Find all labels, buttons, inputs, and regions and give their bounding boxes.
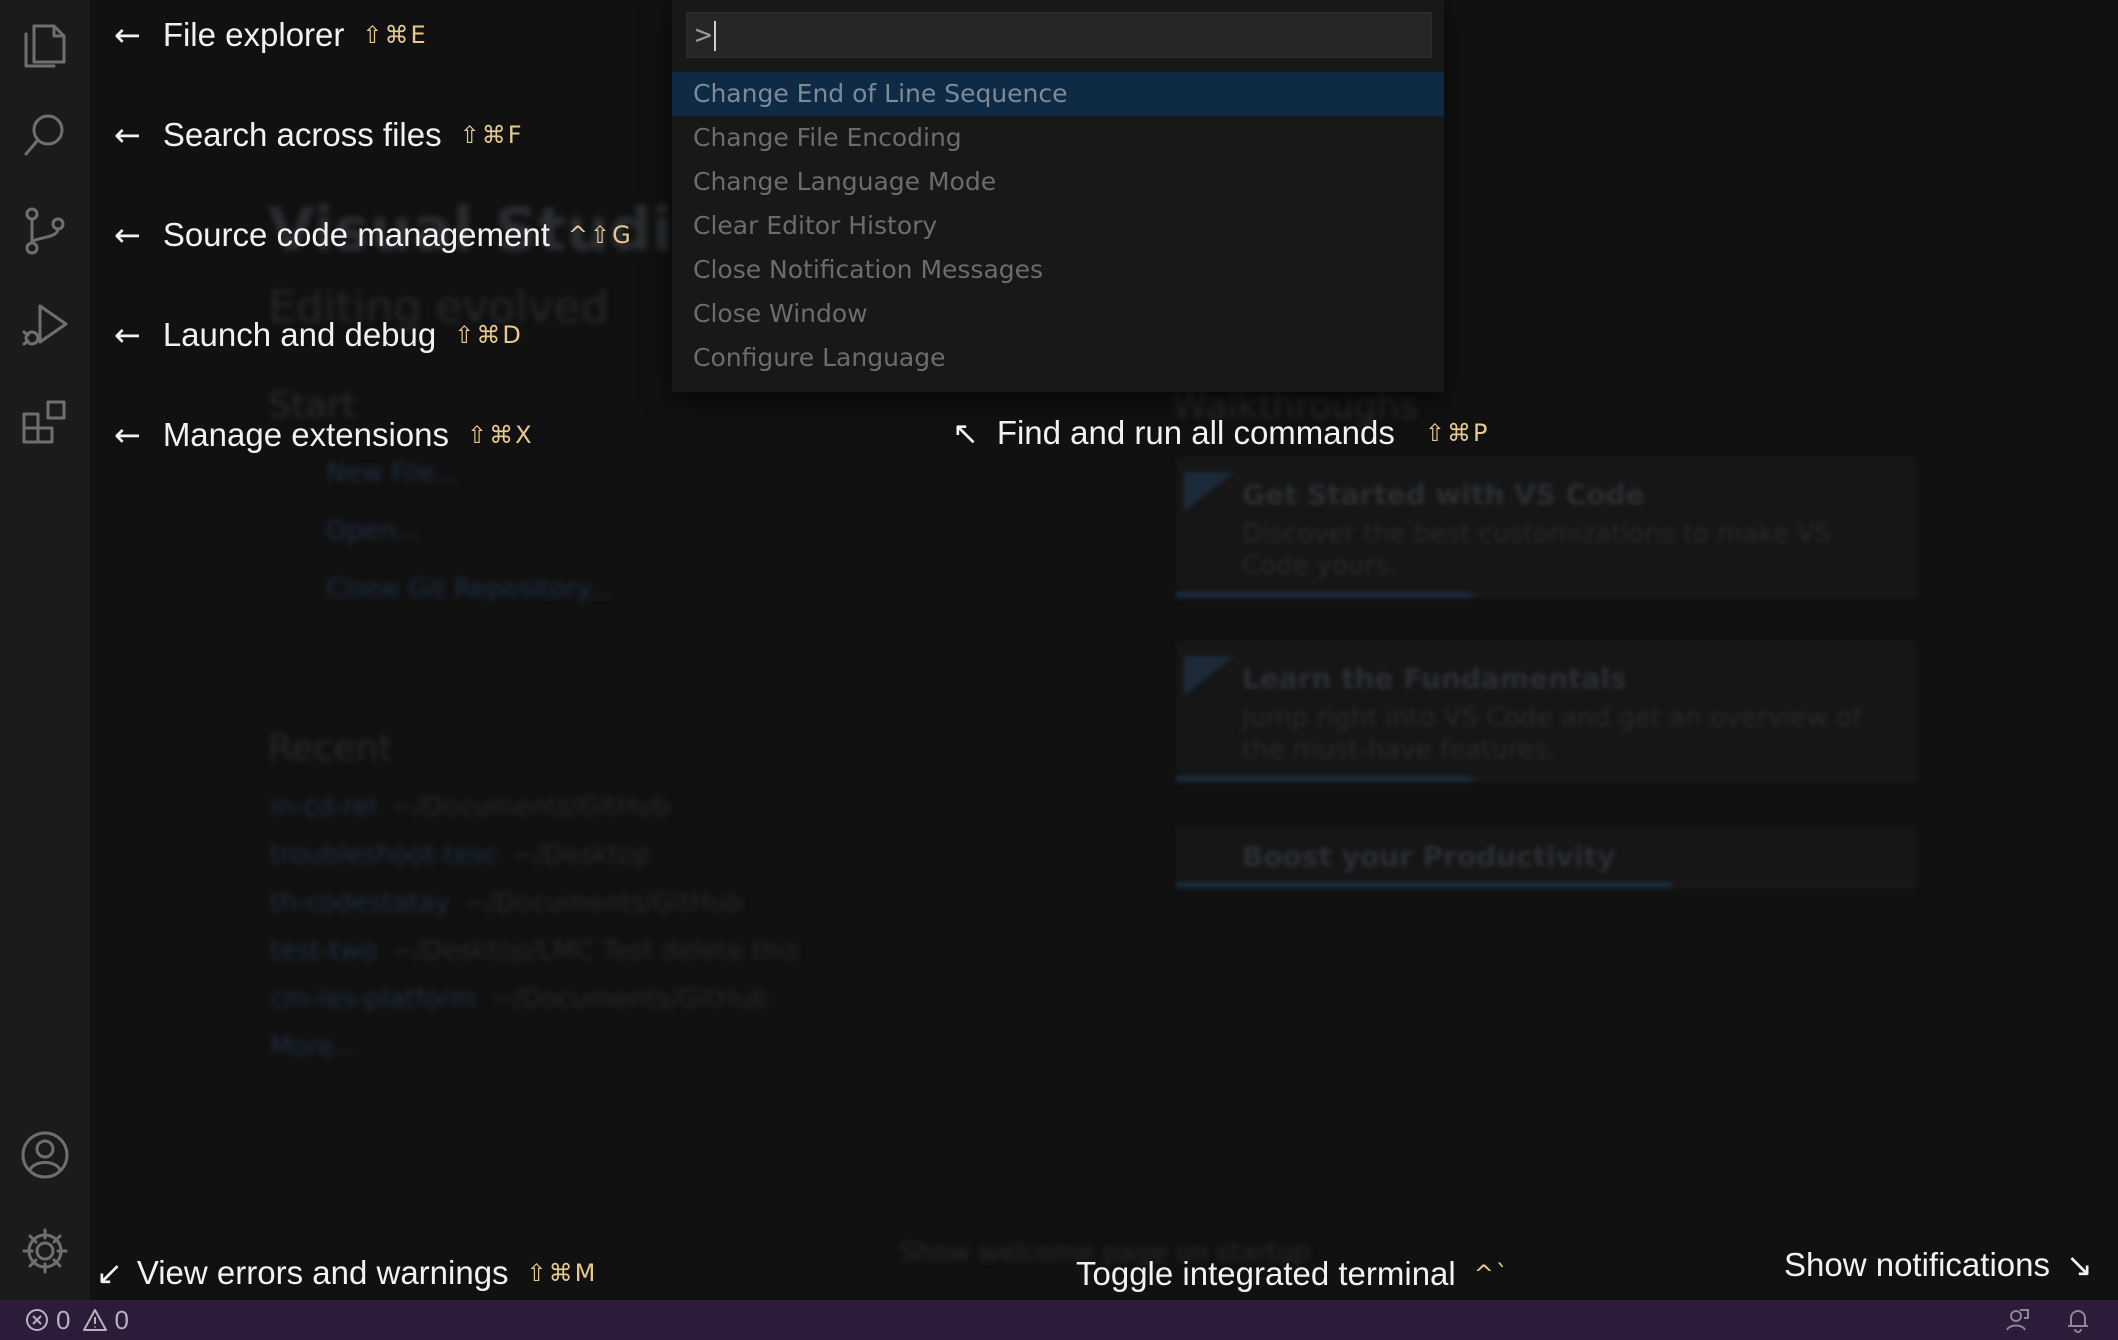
recent-heading: Recent xyxy=(268,728,393,769)
start-link-clone[interactable]: Clone Git Repository... xyxy=(326,574,613,604)
command-list: Change End of Line Sequence Change File … xyxy=(672,72,1444,380)
hint-source-control: ← Source code management ^⇧G xyxy=(114,216,633,254)
left-arrow-icon: ← xyxy=(114,216,141,254)
down-right-arrow-icon: ↘ xyxy=(2065,1246,2093,1284)
accounts-icon[interactable] xyxy=(0,1110,90,1200)
left-arrow-icon: ← xyxy=(114,116,141,154)
shortcut-keys: ⇧⌘F xyxy=(459,121,524,149)
run-debug-icon[interactable] xyxy=(0,280,90,370)
walkthrough-card[interactable]: Learn the Fundamentals Jump right into V… xyxy=(1176,640,1916,782)
down-left-arrow-icon: ↙ xyxy=(96,1254,123,1292)
bell-icon[interactable] xyxy=(2064,1306,2092,1334)
hint-file-explorer: ← File explorer ⇧⌘E xyxy=(114,16,428,54)
command-palette-input[interactable]: > xyxy=(686,12,1432,58)
command-item[interactable]: Configure Language xyxy=(672,336,1444,380)
up-left-arrow-icon: ↖ xyxy=(952,414,979,452)
extensions-icon[interactable] xyxy=(0,378,90,468)
hint-notifications: Show notifications ↘ xyxy=(1784,1246,2093,1284)
error-icon xyxy=(26,1309,48,1331)
walkthrough-card[interactable]: Boost your Productivity xyxy=(1176,826,1916,888)
search-icon[interactable] xyxy=(0,90,90,180)
command-item[interactable]: Change File Encoding xyxy=(672,116,1444,160)
activity-bar xyxy=(0,0,90,1300)
start-link-open[interactable]: Open... xyxy=(326,516,420,546)
command-item[interactable]: Clear Editor History xyxy=(672,204,1444,248)
gear-icon[interactable] xyxy=(0,1206,90,1296)
walkthrough-progress xyxy=(1176,882,1672,888)
warning-count: 0 xyxy=(114,1304,129,1335)
hint-extensions: ← Manage extensions ⇧⌘X xyxy=(114,416,534,454)
command-item[interactable]: Close Window xyxy=(672,292,1444,336)
left-arrow-icon: ← xyxy=(114,416,141,454)
hint-launch-debug: ← Launch and debug ⇧⌘D xyxy=(114,316,523,354)
walkthrough-description: Jump right into VS Code and get an overv… xyxy=(1242,703,1862,765)
command-item[interactable]: Change End of Line Sequence xyxy=(672,72,1444,116)
status-bar: 0 0 xyxy=(0,1300,2118,1340)
walkthrough-progress xyxy=(1176,592,1472,598)
walkthrough-title: Get Started with VS Code xyxy=(1242,478,1645,511)
walkthrough-progress xyxy=(1176,776,1472,782)
text-caret xyxy=(713,21,716,51)
recent-item[interactable]: troubleshoot-tesc ~/Desktop xyxy=(270,840,651,870)
source-control-icon[interactable] xyxy=(0,186,90,276)
walkthrough-icon xyxy=(1184,472,1234,512)
feedback-icon[interactable] xyxy=(2002,1306,2030,1334)
problems-status[interactable]: 0 0 xyxy=(24,1305,129,1336)
explorer-icon[interactable] xyxy=(0,0,90,90)
status-bar-right xyxy=(2002,1306,2092,1334)
walkthrough-description: Discover the best customizations to make… xyxy=(1242,519,1832,581)
walkthrough-card[interactable]: Get Started with VS Code Discover the be… xyxy=(1176,456,1916,598)
recent-item[interactable]: test-two ~/Desktop/LMC Test delete this xyxy=(270,936,799,966)
warning-icon xyxy=(83,1309,108,1331)
hint-search: ← Search across files ⇧⌘F xyxy=(114,116,524,154)
shortcut-keys: ^⇧G xyxy=(567,221,633,249)
command-palette: > Change End of Line Sequence Change Fil… xyxy=(672,0,1444,392)
shortcut-keys: ⇧⌘E xyxy=(362,21,428,49)
left-arrow-icon: ← xyxy=(114,316,141,354)
walkthrough-title: Boost your Productivity xyxy=(1242,840,1616,873)
hint-commands: ↖ Find and run all commands ⇧⌘P xyxy=(952,414,1490,452)
shortcut-keys: ⇧⌘M xyxy=(526,1259,598,1287)
start-link-new-file[interactable]: New File... xyxy=(326,458,459,488)
walkthrough-title: Learn the Fundamentals xyxy=(1242,662,1627,695)
left-arrow-icon: ← xyxy=(114,16,141,54)
recent-item[interactable]: cm-les-platform ~/Documents/GitHub xyxy=(270,984,769,1014)
shortcut-keys: ⇧⌘X xyxy=(467,421,534,449)
shortcut-keys: ⇧⌘P xyxy=(1424,419,1490,447)
hint-problems: ↙ View errors and warnings ⇧⌘M xyxy=(96,1254,598,1292)
command-item[interactable]: Change Language Mode xyxy=(672,160,1444,204)
shortcut-keys: ^` xyxy=(1473,1260,1510,1288)
walkthrough-icon xyxy=(1184,656,1234,696)
error-count: 0 xyxy=(56,1304,71,1335)
command-item[interactable]: Close Notification Messages xyxy=(672,248,1444,292)
shortcut-keys: ⇧⌘D xyxy=(454,321,523,349)
recent-item[interactable]: th-codestatay ~/Documents/GitHub xyxy=(270,888,743,918)
recent-item[interactable]: in-cd-rel ~/Documents/GitHub xyxy=(270,792,670,822)
hint-terminal: Toggle integrated terminal ^` xyxy=(1076,1255,1510,1292)
recent-more-link[interactable]: More... xyxy=(270,1032,359,1062)
